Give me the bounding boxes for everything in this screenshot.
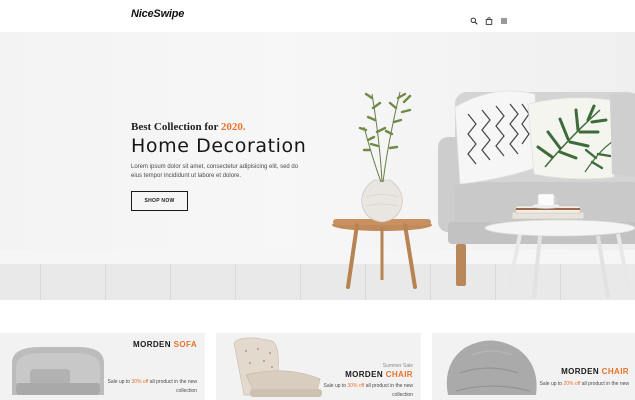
header-icons	[470, 10, 508, 25]
card-text-before: Sale up to	[323, 383, 347, 389]
sofa-product-image	[12, 347, 104, 395]
hero-title: Home Decoration	[131, 135, 307, 157]
card-description: Sale up to 20% off all product in the ne…	[534, 380, 629, 389]
card-title: MORDEN CHAIR	[561, 367, 629, 376]
hero-eyebrow-year: 2020.	[220, 121, 246, 133]
product-cards: MORDEN SOFA Sale up to 30% off all produ…	[0, 333, 635, 400]
hero-banner: Best Collection for 2020. Home Decoratio…	[0, 32, 635, 300]
card-title: MORDEN CHAIR	[345, 370, 413, 379]
card-eyebrow: Summer Sale	[382, 363, 413, 369]
search-icon[interactable]	[470, 12, 478, 25]
card-title-main: MORDEN	[561, 367, 600, 376]
card-description: Sale up to 30% off all product in the ne…	[102, 378, 197, 396]
card-description: Sale up to 30% off all product in the ne…	[318, 382, 413, 400]
card-text-accent: 30% off	[131, 379, 149, 385]
card-text-after: all product in the new collection	[365, 383, 413, 398]
product-card-sofa[interactable]: MORDEN SOFA Sale up to 30% off all produ…	[0, 333, 205, 400]
side-table-illustration	[332, 91, 432, 289]
card-text-before: Sale up to	[539, 381, 563, 387]
card-title-main: MORDEN	[345, 370, 384, 379]
hero-eyebrow-prefix: Best Collection for	[131, 121, 219, 133]
hero-description: Lorem ipsum dolor sit amet, consectetur …	[131, 164, 299, 179]
beanbag-product-image	[446, 340, 537, 395]
card-text-after: all product in the new	[581, 381, 629, 387]
card-text-after: all product in the new collection	[149, 379, 197, 394]
card-text-accent: 20% off	[563, 381, 581, 387]
hero-furniture-image	[332, 90, 635, 299]
card-title-accent: SOFA	[173, 340, 197, 349]
card-text-before: Sale up to	[107, 379, 131, 385]
card-title-accent: CHAIR	[601, 367, 629, 376]
product-card-chair[interactable]: Summer Sale MORDEN CHAIR Sale up to 30% …	[216, 333, 421, 400]
menu-icon[interactable]	[500, 12, 508, 24]
hero-eyebrow: Best Collection for 2020.	[131, 121, 246, 133]
bag-icon[interactable]	[485, 12, 493, 25]
card-text-accent: 30% off	[347, 383, 365, 389]
shop-now-button[interactable]: SHOP NOW	[131, 191, 188, 211]
chair-product-image	[233, 337, 322, 397]
card-title: MORDEN SOFA	[133, 340, 197, 349]
site-header: NiceSwipe	[0, 0, 635, 32]
site-logo[interactable]: NiceSwipe	[131, 8, 184, 20]
card-title-main: MORDEN	[133, 340, 171, 349]
product-card-beanbag[interactable]: MORDEN CHAIR Sale up to 20% off all prod…	[432, 333, 635, 400]
card-title-accent: CHAIR	[385, 370, 413, 379]
